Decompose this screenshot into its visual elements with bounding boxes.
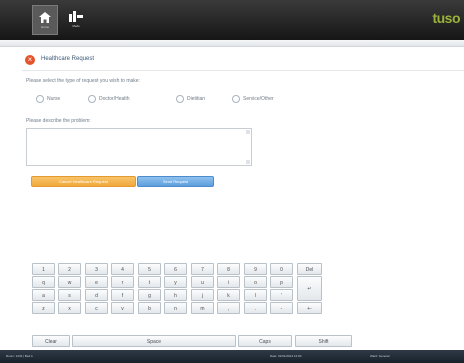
radio-icon xyxy=(232,95,240,103)
brand-logo: tuso xyxy=(432,10,460,26)
key-apostrophe[interactable]: ' xyxy=(270,289,293,301)
key-space[interactable]: Space xyxy=(72,335,236,347)
medication-icon xyxy=(69,10,83,22)
key-period[interactable]: . xyxy=(244,302,267,314)
key-9[interactable]: 9 xyxy=(244,263,267,275)
key-t[interactable]: t xyxy=(138,276,161,288)
key-a[interactable]: a xyxy=(32,289,55,301)
key-clear[interactable]: Clear xyxy=(32,335,70,347)
key-7[interactable]: 7 xyxy=(191,263,214,275)
meds-label: Meds xyxy=(72,23,80,28)
radio-option-nurse[interactable]: Nurse xyxy=(36,95,60,103)
key-6[interactable]: 6 xyxy=(164,263,187,275)
key-2[interactable]: 2 xyxy=(58,263,81,275)
close-icon[interactable]: × xyxy=(25,55,35,65)
key-hyphen[interactable]: - xyxy=(270,302,293,314)
textarea-scrollbar[interactable] xyxy=(246,130,250,164)
key-r[interactable]: r xyxy=(111,276,134,288)
key-caps[interactable]: Caps xyxy=(238,335,292,347)
key-shift[interactable]: Shift xyxy=(295,335,352,347)
radio-label: Nurse xyxy=(47,96,61,102)
key-l[interactable]: l xyxy=(244,289,267,301)
key-y[interactable]: y xyxy=(164,276,187,288)
send-request-button[interactable]: Send Request xyxy=(137,176,214,187)
key-0[interactable]: 0 xyxy=(270,263,293,275)
radio-option-doctor[interactable]: Doctor/Health xyxy=(88,95,130,103)
key-w[interactable]: w xyxy=(58,276,81,288)
key-q[interactable]: q xyxy=(32,276,55,288)
key-j[interactable]: j xyxy=(191,289,214,301)
status-bar: Room: 1234 | Bed A Date: 01/01/2014 12:0… xyxy=(0,350,464,363)
cancel-request-button[interactable]: Cancel Healthcare Request xyxy=(31,176,136,187)
key-o[interactable]: o xyxy=(244,276,267,288)
status-room: Room: 1234 | Bed A xyxy=(6,354,33,358)
key-g[interactable]: g xyxy=(138,289,161,301)
key-d[interactable]: d xyxy=(85,289,108,301)
home-button[interactable]: Home xyxy=(32,5,58,35)
key-1[interactable]: 1 xyxy=(32,263,55,275)
problem-instruction: Please describe the problem: xyxy=(26,118,91,124)
request-type-radio-group: Nurse Doctor/Health Dietitian Service/Ot… xyxy=(36,95,296,105)
key-k[interactable]: k xyxy=(217,289,240,301)
status-date: Date: 01/01/2014 12:00 xyxy=(270,354,302,358)
home-label: Home xyxy=(40,24,49,29)
home-icon xyxy=(39,11,51,23)
radio-label: Doctor/Health xyxy=(99,96,130,102)
key-b[interactable]: b xyxy=(138,302,161,314)
meds-button[interactable]: Meds xyxy=(64,5,88,33)
radio-label: Service/Other xyxy=(243,96,274,102)
key-delete[interactable]: Del xyxy=(297,263,322,275)
key-x[interactable]: x xyxy=(58,302,81,314)
scroll-down-icon[interactable] xyxy=(246,160,250,164)
key-i[interactable]: i xyxy=(217,276,240,288)
key-h[interactable]: h xyxy=(164,289,187,301)
key-v[interactable]: v xyxy=(111,302,134,314)
key-z[interactable]: z xyxy=(32,302,55,314)
problem-textarea[interactable] xyxy=(26,128,252,166)
radio-icon xyxy=(88,95,96,103)
radio-icon xyxy=(36,95,44,103)
key-comma[interactable]: , xyxy=(217,302,240,314)
key-m[interactable]: m xyxy=(191,302,214,314)
scroll-up-icon[interactable] xyxy=(246,130,250,134)
key-e[interactable]: e xyxy=(85,276,108,288)
radio-option-dietitian[interactable]: Dietitian xyxy=(176,95,205,103)
key-p[interactable]: p xyxy=(270,276,293,288)
key-u[interactable]: u xyxy=(191,276,214,288)
radio-option-service[interactable]: Service/Other xyxy=(232,95,274,103)
radio-label: Dietitian xyxy=(187,96,206,102)
page-title: Healthcare Request xyxy=(41,56,95,62)
key-s[interactable]: s xyxy=(58,289,81,301)
radio-icon xyxy=(176,95,184,103)
divider xyxy=(22,70,464,71)
key-enter[interactable]: ↵ xyxy=(297,276,322,301)
key-plus-minus[interactable]: +- xyxy=(297,302,322,314)
key-3[interactable]: 3 xyxy=(85,263,108,275)
status-ward: Ward: General xyxy=(370,354,390,358)
on-screen-keyboard: 1 2 3 4 5 6 7 8 9 0 Del q w e r t y u i … xyxy=(30,219,354,319)
request-type-instruction: Please select the type of request you wi… xyxy=(26,78,140,84)
key-5[interactable]: 5 xyxy=(138,263,161,275)
key-c[interactable]: c xyxy=(85,302,108,314)
key-4[interactable]: 4 xyxy=(111,263,134,275)
key-8[interactable]: 8 xyxy=(217,263,240,275)
top-bar: Home Meds tuso xyxy=(0,0,464,40)
key-f[interactable]: f xyxy=(111,289,134,301)
key-n[interactable]: n xyxy=(164,302,187,314)
